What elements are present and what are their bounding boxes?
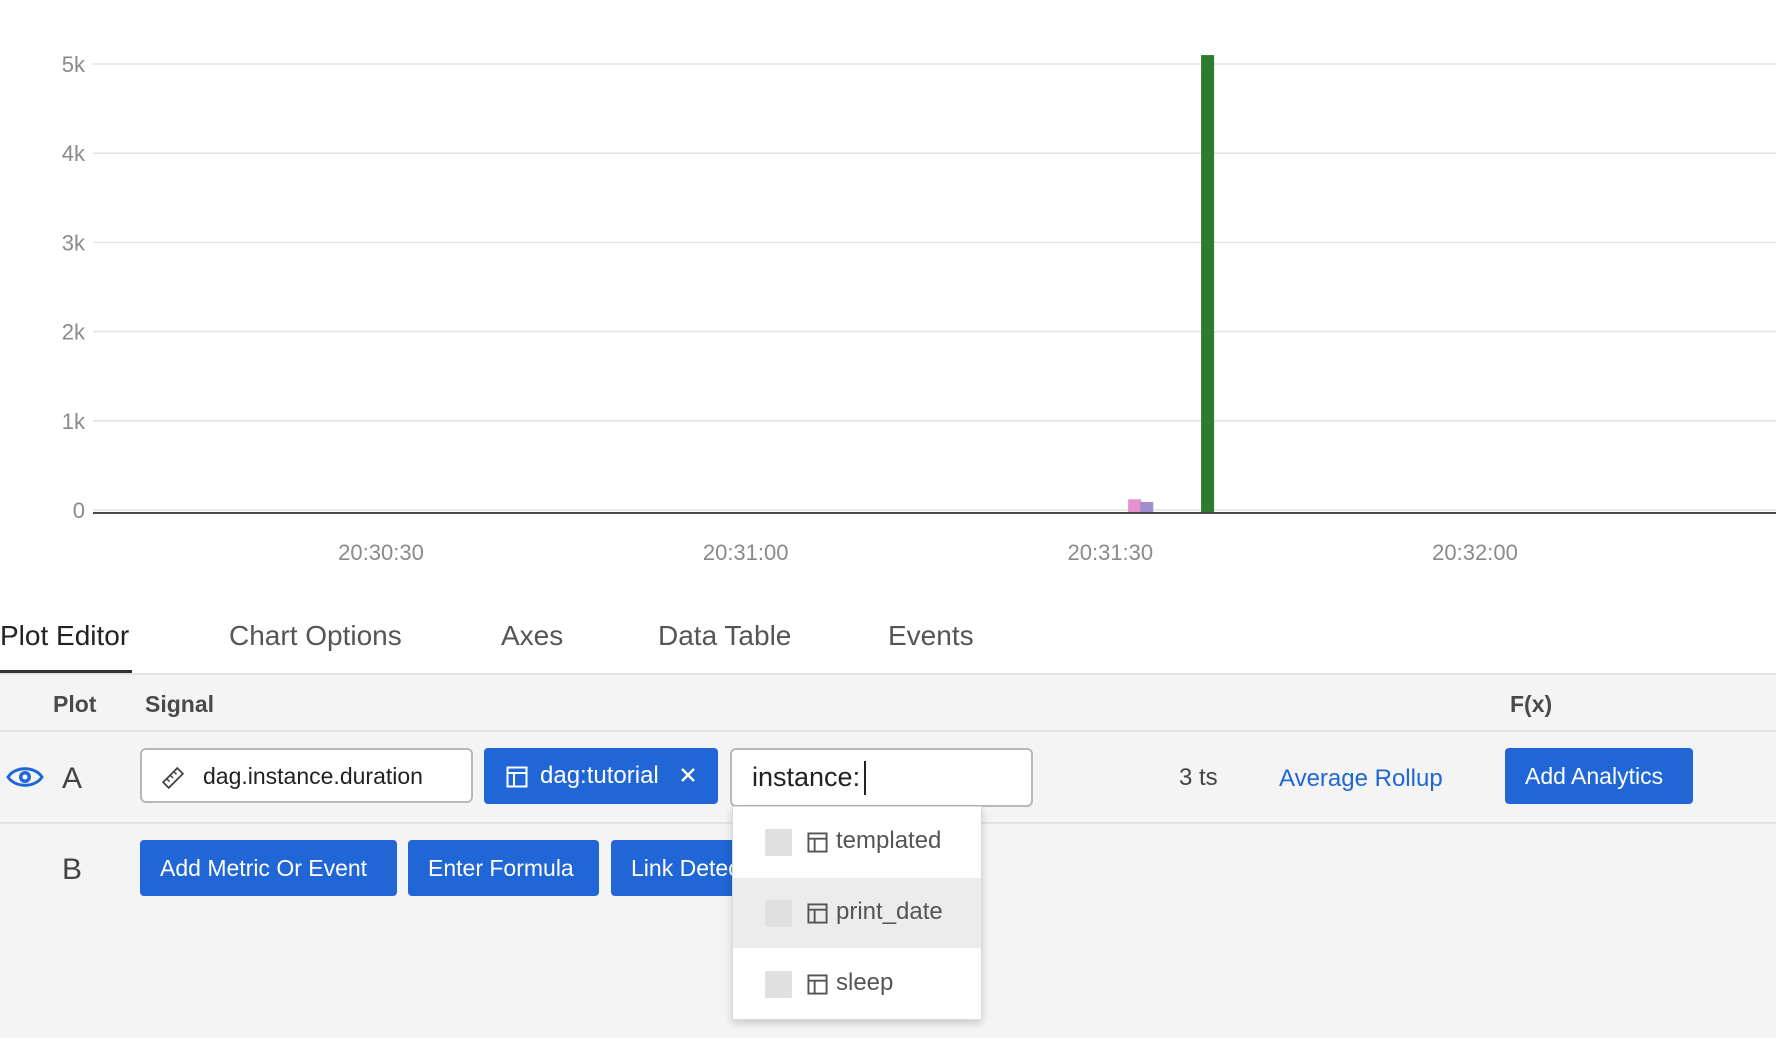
active-tab-indicator: [0, 670, 132, 673]
add-analytics-button[interactable]: Add Analytics: [1505, 748, 1693, 804]
suggestion-label: sleep: [836, 969, 894, 996]
plot-header: Plot: [53, 691, 97, 717]
suggestion-item[interactable]: sleep: [733, 949, 981, 1019]
enter-formula-button[interactable]: Enter Formula: [408, 840, 599, 896]
y-tick-label: 0: [73, 498, 85, 523]
x-tick-label: 20:32:00: [1432, 540, 1518, 565]
metric-selector[interactable]: dag.instance.duration: [140, 748, 473, 803]
checkbox[interactable]: [765, 829, 792, 856]
rollup-link[interactable]: Average Rollup: [1279, 765, 1443, 793]
filter-chip-label: dag:tutorial: [540, 762, 659, 789]
y-tick-label: 4k: [62, 141, 86, 166]
checkbox[interactable]: [765, 971, 792, 998]
tab-plot-editor[interactable]: Plot Editor: [0, 620, 129, 652]
link-detector-button[interactable]: Link Detector: [611, 840, 741, 896]
tab-events[interactable]: Events: [888, 620, 974, 652]
dimension-icon: [807, 903, 828, 924]
text-caret: [864, 761, 866, 795]
bar[interactable]: [1128, 499, 1142, 512]
y-tick-label: 5k: [62, 52, 86, 77]
suggestion-label: print_date: [836, 898, 943, 925]
close-icon[interactable]: [676, 763, 700, 787]
y-tick-label: 2k: [62, 320, 86, 345]
add-metric-button[interactable]: Add Metric Or Event: [140, 840, 397, 896]
filter-suggestions-dropdown: templated print_date sleep: [732, 806, 982, 1020]
metric-name: dag.instance.duration: [203, 763, 423, 789]
dimension-icon: [807, 832, 828, 853]
y-tick-label: 3k: [62, 230, 86, 255]
suggestion-item[interactable]: templated: [733, 807, 981, 877]
bar[interactable]: [1140, 501, 1154, 512]
tab-chart-options[interactable]: Chart Options: [229, 620, 402, 652]
plot-letter-a: A: [62, 762, 83, 795]
chart: 0 1k 2k 3k 4k 5k 20:30:30 20:31:00 20:31:30 20:32…: [62, 52, 1776, 565]
filter-chip[interactable]: dag:tutorial: [484, 748, 718, 804]
tab-axes[interactable]: Axes: [501, 620, 563, 652]
chart-area: 0 1k 2k 3k 4k 5k 20:30:30 20:31:00 20:31:30 20:32…: [0, 0, 1776, 590]
filter-input[interactable]: [730, 748, 1033, 807]
ts-count: 3 ts: [1179, 764, 1218, 791]
x-tick-label: 20:31:00: [703, 540, 789, 565]
plot-letter-b: B: [62, 853, 83, 886]
x-tick-label: 20:31:30: [1068, 540, 1154, 565]
eye-icon[interactable]: [6, 764, 44, 790]
tab-data-table[interactable]: Data Table: [658, 620, 791, 652]
dimension-icon: [506, 766, 528, 788]
y-tick-label: 1k: [62, 409, 86, 434]
x-tick-label: 20:30:30: [338, 540, 424, 565]
checkbox[interactable]: [765, 900, 792, 927]
fx-header: F(x): [1510, 691, 1553, 717]
suggestion-label: templated: [836, 827, 942, 854]
ruler-icon: [162, 767, 184, 789]
header-divider: [0, 730, 1776, 732]
suggestion-item[interactable]: print_date: [733, 878, 981, 948]
tab-bar: Plot Editor Chart Options Axes Data Tabl…: [0, 612, 1776, 675]
dimension-icon: [807, 974, 828, 995]
bar[interactable]: [1201, 55, 1215, 513]
signal-header: Signal: [145, 691, 215, 717]
